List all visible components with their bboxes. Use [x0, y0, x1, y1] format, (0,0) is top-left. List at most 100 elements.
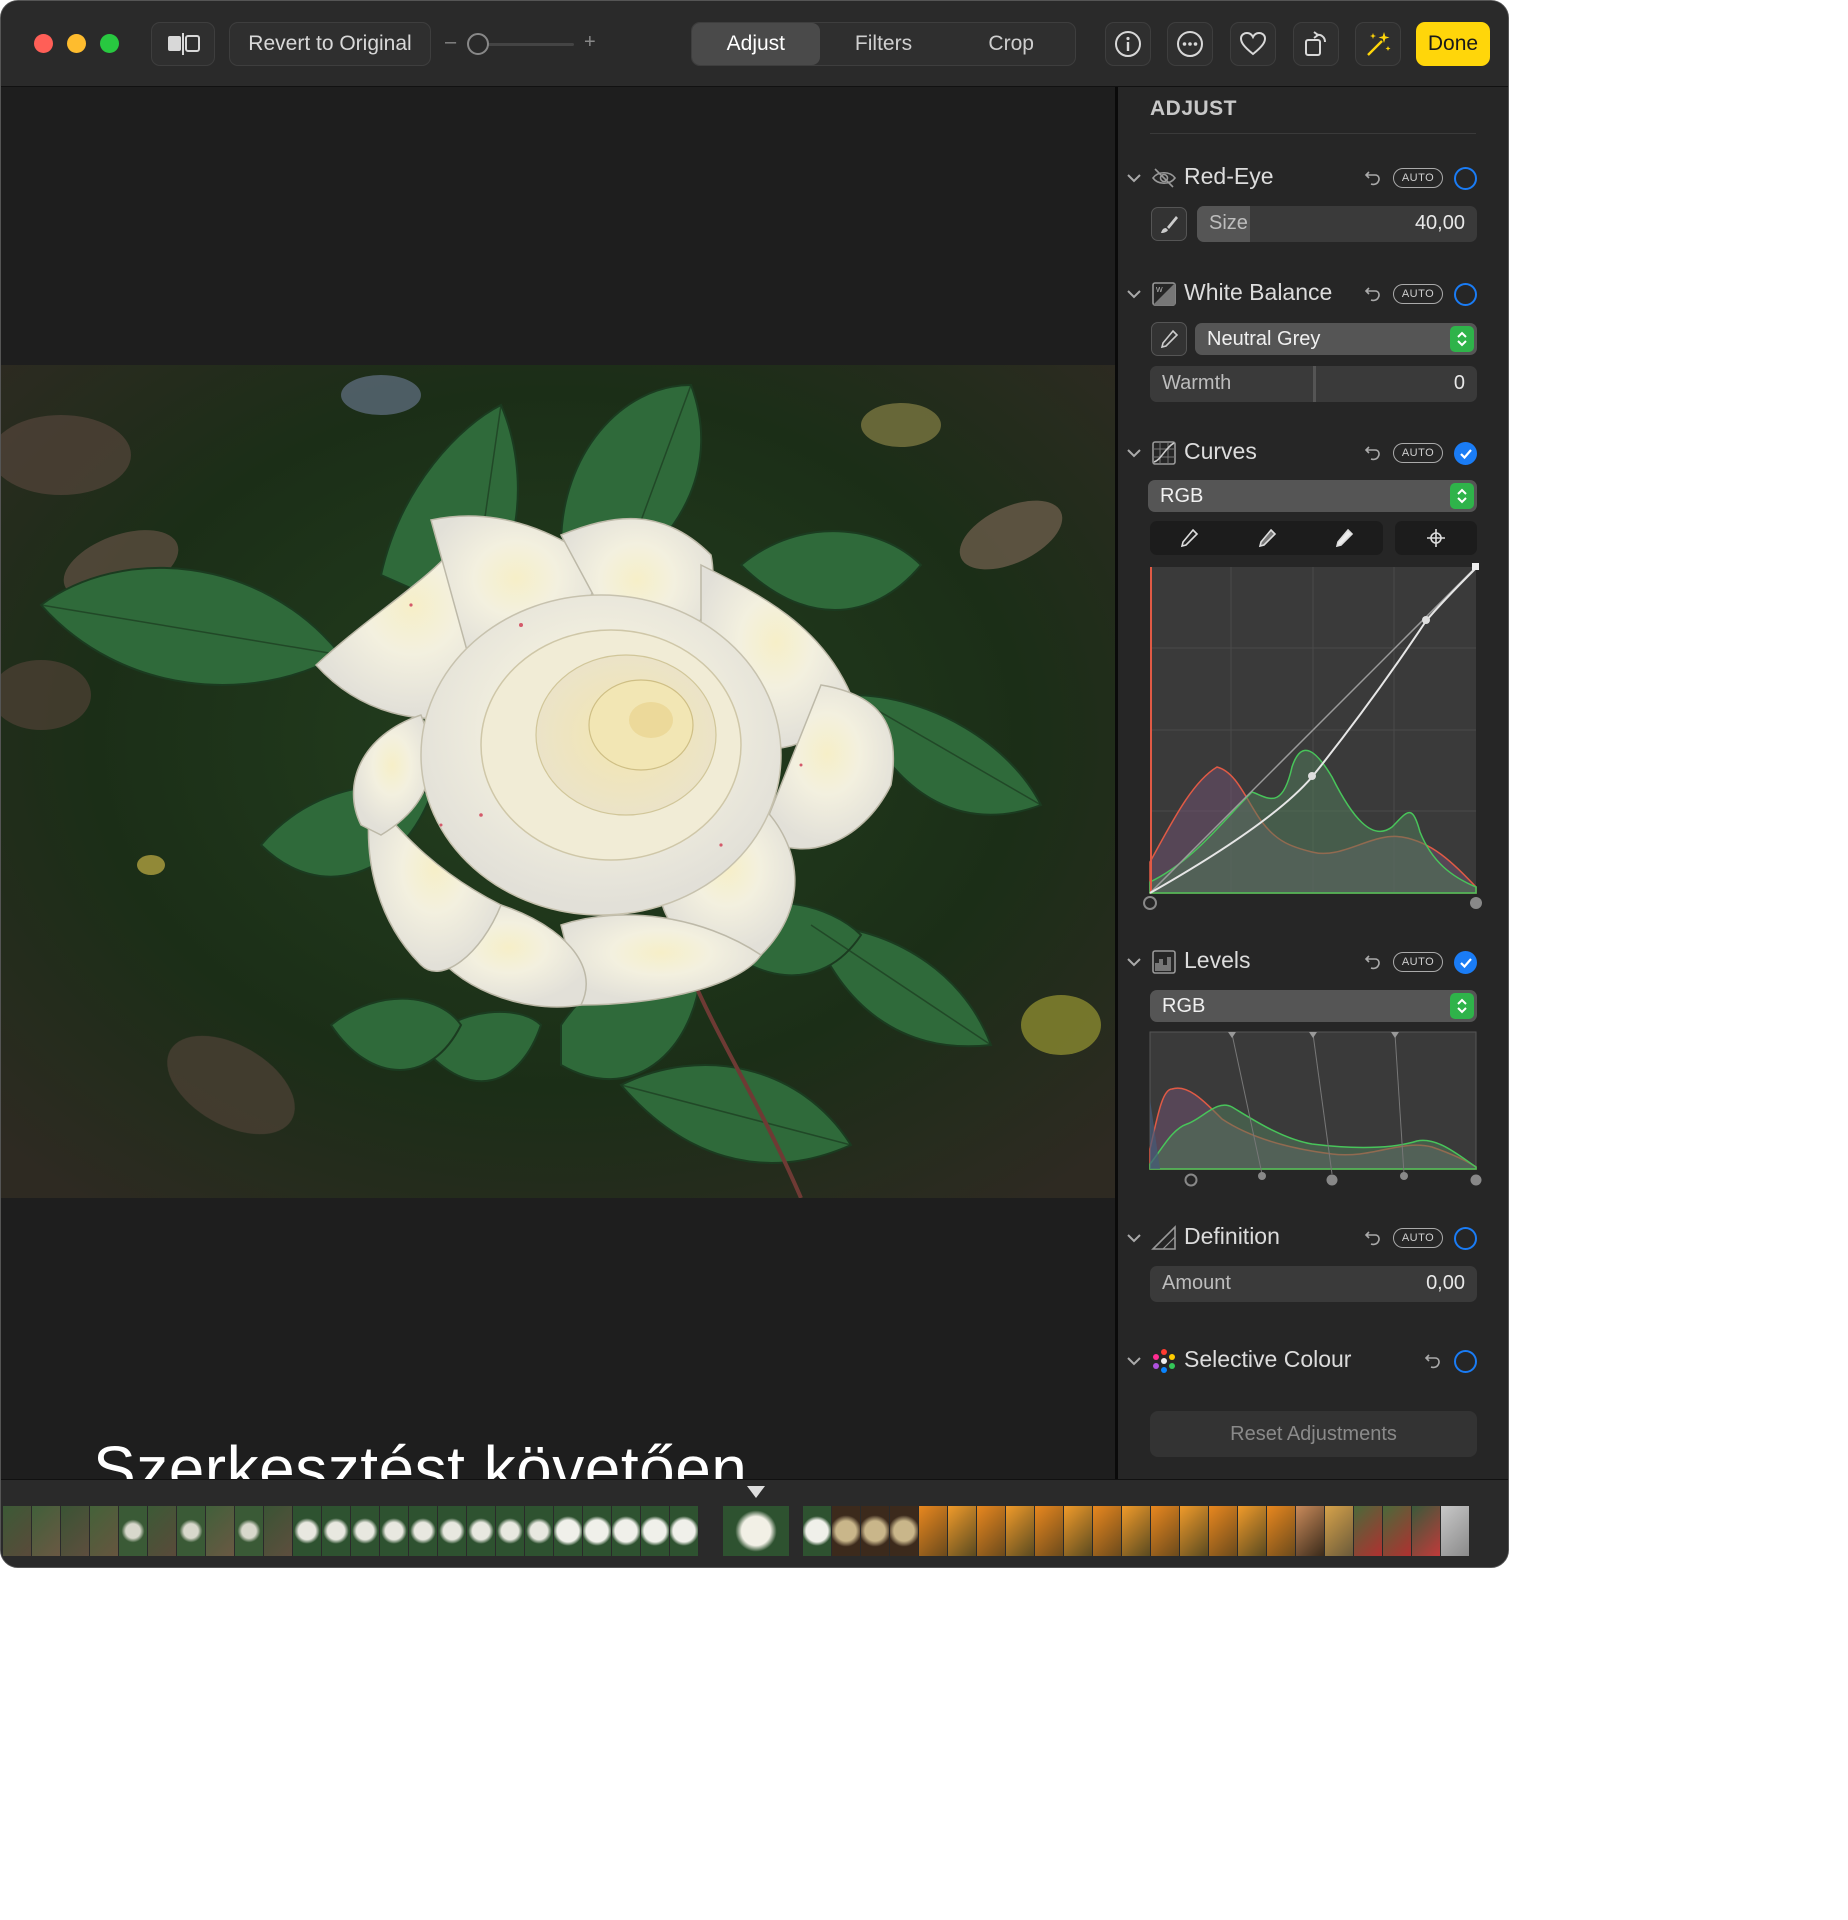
thumbnail[interactable] [1354, 1506, 1382, 1556]
thumbnail[interactable] [409, 1506, 437, 1556]
curves-graph[interactable] [1142, 562, 1487, 917]
thumbnail[interactable] [977, 1506, 1005, 1556]
filmstrip-thumbnails-right[interactable] [803, 1506, 1469, 1556]
filmstrip-thumbnails-left[interactable] [3, 1506, 698, 1556]
thumbnail[interactable] [1093, 1506, 1121, 1556]
thumbnail[interactable] [612, 1506, 640, 1556]
definition-enable-toggle[interactable] [1454, 1227, 1477, 1250]
chevron-down-icon[interactable] [1126, 1348, 1142, 1374]
done-button[interactable]: Done [1416, 22, 1490, 66]
levels-histogram[interactable] [1142, 1029, 1487, 1194]
thumbnail[interactable] [1035, 1506, 1063, 1556]
thumbnail[interactable] [583, 1506, 611, 1556]
thumbnail[interactable] [948, 1506, 976, 1556]
current-thumbnail[interactable] [723, 1506, 789, 1556]
thumbnail[interactable] [438, 1506, 466, 1556]
thumbnail[interactable] [206, 1506, 234, 1556]
curves-enable-toggle[interactable] [1454, 442, 1477, 465]
white-balance-eyedropper-button[interactable] [1151, 322, 1187, 356]
thumbnail[interactable] [177, 1506, 205, 1556]
thumbnail[interactable] [525, 1506, 553, 1556]
chevron-down-icon[interactable] [1126, 281, 1142, 307]
zoom-window-button[interactable] [100, 34, 119, 53]
selective-colour-enable-toggle[interactable] [1454, 1350, 1477, 1373]
thumbnail[interactable] [1151, 1506, 1179, 1556]
thumbnail[interactable] [235, 1506, 263, 1556]
thumbnail[interactable] [1122, 1506, 1150, 1556]
thumbnail[interactable] [1209, 1506, 1237, 1556]
chevron-down-icon[interactable] [1126, 165, 1142, 191]
thumbnail[interactable] [496, 1506, 524, 1556]
thumbnail[interactable] [293, 1506, 321, 1556]
thumbnail[interactable] [1238, 1506, 1266, 1556]
thumbnail[interactable] [1180, 1506, 1208, 1556]
thumbnail[interactable] [1006, 1506, 1034, 1556]
curves-auto-button[interactable]: AUTO [1393, 443, 1443, 463]
thumbnail[interactable] [832, 1506, 860, 1556]
thumbnail[interactable] [3, 1506, 31, 1556]
thumbnail[interactable] [380, 1506, 408, 1556]
thumbnail[interactable] [641, 1506, 669, 1556]
thumbnail[interactable] [1441, 1506, 1469, 1556]
thumbnail[interactable] [119, 1506, 147, 1556]
warmth-slider[interactable]: Warmth 0 [1150, 366, 1477, 402]
red-eye-auto-button[interactable]: AUTO [1393, 168, 1443, 188]
tab-filters[interactable]: Filters [820, 23, 948, 65]
rotate-button[interactable] [1293, 22, 1339, 66]
filmstrip-current-thumbnail[interactable] [723, 1506, 789, 1556]
add-point-button[interactable] [1395, 521, 1477, 555]
thumbnail[interactable] [890, 1506, 918, 1556]
definition-amount-slider[interactable]: Amount 0,00 [1150, 1266, 1477, 1302]
thumbnail[interactable] [1325, 1506, 1353, 1556]
undo-icon[interactable] [1364, 166, 1382, 188]
chevron-down-icon[interactable] [1126, 440, 1142, 466]
black-point-picker[interactable] [1150, 521, 1228, 555]
thumbnail[interactable] [1064, 1506, 1092, 1556]
thumbnail[interactable] [1412, 1506, 1440, 1556]
curves-channel-select[interactable]: RGB [1148, 480, 1477, 512]
undo-icon[interactable] [1364, 282, 1382, 304]
more-options-button[interactable] [1167, 22, 1213, 66]
thumbnail[interactable] [322, 1506, 350, 1556]
white-point-picker[interactable] [1305, 521, 1383, 555]
thumbnail[interactable] [32, 1506, 60, 1556]
thumbnail[interactable] [861, 1506, 889, 1556]
thumbnail[interactable] [803, 1506, 831, 1556]
undo-icon[interactable] [1364, 950, 1382, 972]
undo-icon[interactable] [1364, 1226, 1382, 1248]
thumbnail[interactable] [351, 1506, 379, 1556]
definition-auto-button[interactable]: AUTO [1393, 1228, 1443, 1248]
red-eye-size-slider[interactable]: Size 40,00 [1197, 206, 1477, 242]
chevron-down-icon[interactable] [1126, 1225, 1142, 1251]
revert-to-original-button[interactable]: Revert to Original [229, 22, 431, 66]
thumbnail[interactable] [90, 1506, 118, 1556]
chevron-down-icon[interactable] [1126, 949, 1142, 975]
grey-point-picker[interactable] [1228, 521, 1306, 555]
thumbnail[interactable] [670, 1506, 698, 1556]
thumbnail[interactable] [1296, 1506, 1324, 1556]
photo-white-rose[interactable] [1, 365, 1115, 1198]
auto-enhance-button[interactable] [1355, 22, 1401, 66]
white-balance-mode-select[interactable]: Neutral Grey [1195, 323, 1477, 355]
undo-icon[interactable] [1364, 441, 1382, 463]
white-balance-enable-toggle[interactable] [1454, 283, 1477, 306]
red-eye-brush-button[interactable] [1151, 207, 1187, 241]
thumbnail[interactable] [1383, 1506, 1411, 1556]
zoom-slider-knob[interactable] [467, 33, 489, 55]
levels-auto-button[interactable]: AUTO [1393, 952, 1443, 972]
compare-before-after-button[interactable] [151, 22, 215, 66]
info-button[interactable] [1105, 22, 1151, 66]
favorite-button[interactable] [1230, 22, 1276, 66]
white-balance-auto-button[interactable]: AUTO [1393, 284, 1443, 304]
minimize-window-button[interactable] [67, 34, 86, 53]
thumbnail[interactable] [148, 1506, 176, 1556]
thumbnail[interactable] [61, 1506, 89, 1556]
close-window-button[interactable] [34, 34, 53, 53]
thumbnail[interactable] [919, 1506, 947, 1556]
undo-icon[interactable] [1424, 1349, 1442, 1371]
levels-enable-toggle[interactable] [1454, 951, 1477, 974]
red-eye-enable-toggle[interactable] [1454, 167, 1477, 190]
thumbnail[interactable] [1267, 1506, 1295, 1556]
reset-adjustments-button[interactable]: Reset Adjustments [1150, 1411, 1477, 1457]
thumbnail[interactable] [264, 1506, 292, 1556]
